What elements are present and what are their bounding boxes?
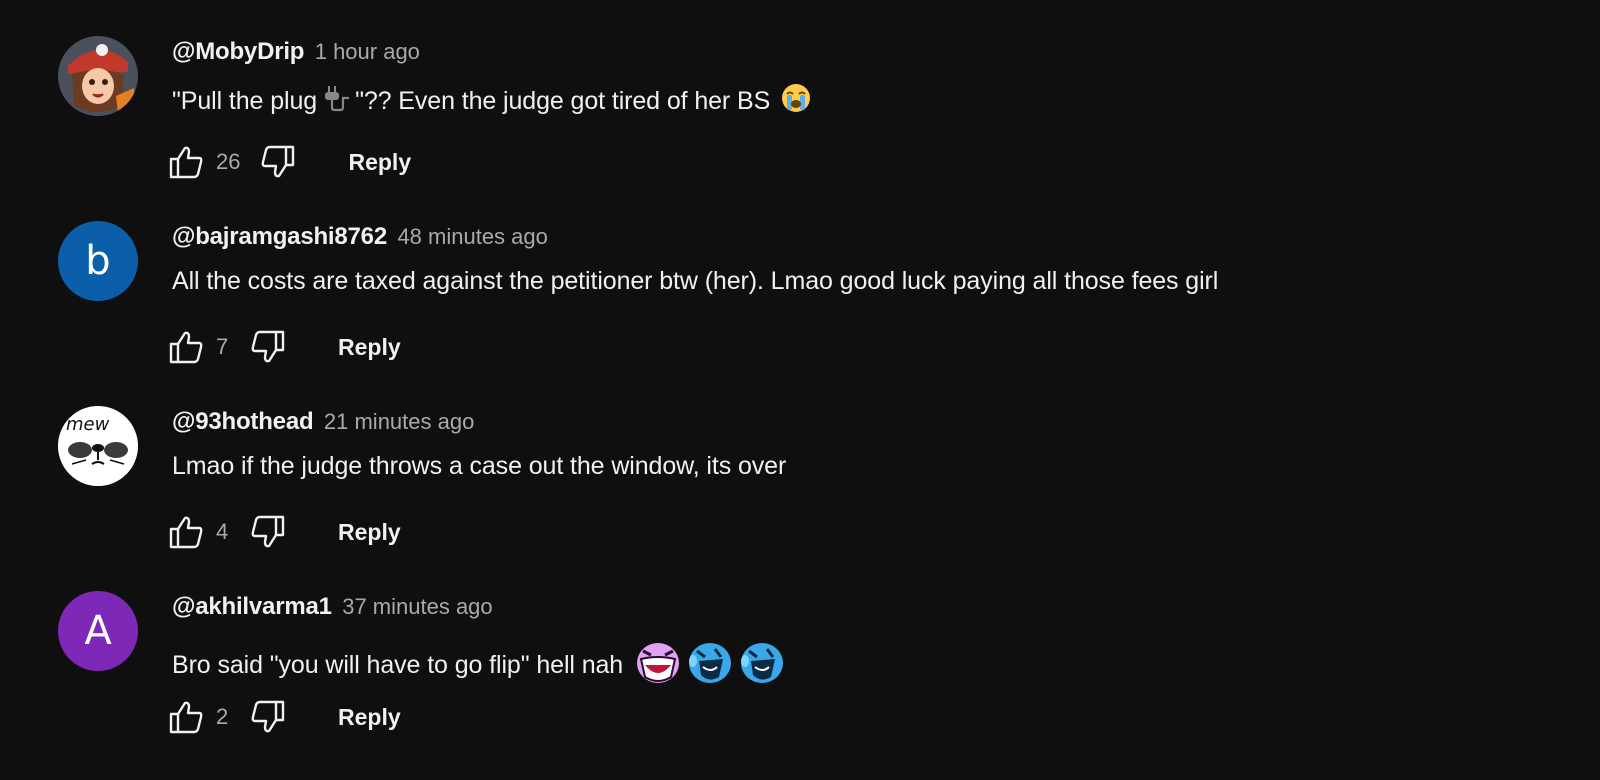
laughing-face-emoji <box>633 637 683 694</box>
dislike-button[interactable] <box>258 142 298 182</box>
thumbs-up-icon <box>169 331 203 364</box>
cat-face-avatar-icon: mew <box>58 406 138 486</box>
blue-laughing-emoji <box>685 637 735 694</box>
comment-text: Lmao if the judge throws a case out the … <box>172 452 787 480</box>
plug-icon <box>321 84 351 119</box>
comment-timestamp[interactable]: 48 minutes ago <box>397 224 547 249</box>
like-button[interactable] <box>166 327 206 367</box>
thumbs-up-icon <box>169 701 203 734</box>
thumbs-down-icon <box>251 330 285 363</box>
dislike-button[interactable] <box>248 512 288 552</box>
like-count: 4 <box>216 519 229 544</box>
comment-timestamp[interactable]: 37 minutes ago <box>342 594 492 619</box>
comment-actions: 2 Reply <box>166 697 401 737</box>
thumbs-down-icon <box>251 515 285 548</box>
reply-button[interactable]: Reply <box>338 519 401 546</box>
avatar-letter: b <box>85 238 111 284</box>
avatar-letter: A <box>84 608 112 654</box>
anime-character-avatar-icon <box>58 36 138 116</box>
thumbs-up-icon <box>169 516 203 549</box>
crying-face-emoji <box>780 82 812 121</box>
thumbs-up-icon <box>169 146 203 179</box>
reply-button[interactable]: Reply <box>338 704 401 731</box>
comment-thread: @MobyDrip 1 hour ago "Pull the plug "?? … <box>0 0 1600 180</box>
avatar[interactable]: mew <box>58 406 138 486</box>
comment-author[interactable]: @93hothead <box>172 408 314 435</box>
comment-thread: mew @93hothead 21 minutes ago Lmao if th… <box>0 370 1600 550</box>
avatar[interactable]: b <box>58 221 138 301</box>
like-count: 7 <box>216 334 229 359</box>
thumbs-down-icon <box>251 700 285 733</box>
comment-header: @93hothead 21 minutes ago <box>172 408 474 436</box>
comment-thread: b @bajramgashi8762 48 minutes ago All th… <box>0 185 1600 365</box>
comment-header: @bajramgashi8762 48 minutes ago <box>172 223 548 251</box>
like-count: 2 <box>216 704 229 729</box>
comment-actions: 4 Reply <box>166 512 401 552</box>
comment-text-part: "?? Even the judge got tired of her BS <box>355 87 771 115</box>
comment-actions: 26 Reply <box>166 142 411 182</box>
comment-text: Bro said "you will have to go flip" hell… <box>172 637 787 694</box>
thumbs-down-icon <box>262 145 295 178</box>
comment-header: @akhilvarma1 37 minutes ago <box>172 593 493 621</box>
comment-text: "Pull the plug "?? Even the judge got ti… <box>172 82 812 121</box>
dislike-button[interactable] <box>248 697 288 737</box>
blue-laughing-emoji <box>737 637 787 694</box>
like-button[interactable] <box>166 142 206 182</box>
like-button[interactable] <box>166 697 206 737</box>
dislike-button[interactable] <box>248 327 288 367</box>
avatar[interactable]: A <box>58 591 138 671</box>
comment-timestamp[interactable]: 1 hour ago <box>315 39 420 64</box>
comment-text-part: "Pull the plug <box>172 87 318 115</box>
reply-button[interactable]: Reply <box>348 149 411 176</box>
comment-header: @MobyDrip 1 hour ago <box>172 38 420 66</box>
comment-author[interactable]: @akhilvarma1 <box>172 593 332 620</box>
avatar-text: mew <box>66 414 110 435</box>
like-count: 26 <box>216 149 241 174</box>
avatar[interactable] <box>58 36 138 116</box>
comment-author[interactable]: @MobyDrip <box>172 38 304 65</box>
comments-section: @MobyDrip 1 hour ago "Pull the plug "?? … <box>0 0 1600 780</box>
comment-text-part: Bro said "you will have to go flip" hell… <box>172 651 624 679</box>
comment-timestamp[interactable]: 21 minutes ago <box>324 409 474 434</box>
comment-actions: 7 Reply <box>166 327 401 367</box>
like-button[interactable] <box>166 512 206 552</box>
comment-text: All the costs are taxed against the peti… <box>172 267 1219 295</box>
reply-button[interactable]: Reply <box>338 334 401 361</box>
comment-author[interactable]: @bajramgashi8762 <box>172 223 387 250</box>
comment-thread: A @akhilvarma1 37 minutes ago Bro said "… <box>0 555 1600 735</box>
